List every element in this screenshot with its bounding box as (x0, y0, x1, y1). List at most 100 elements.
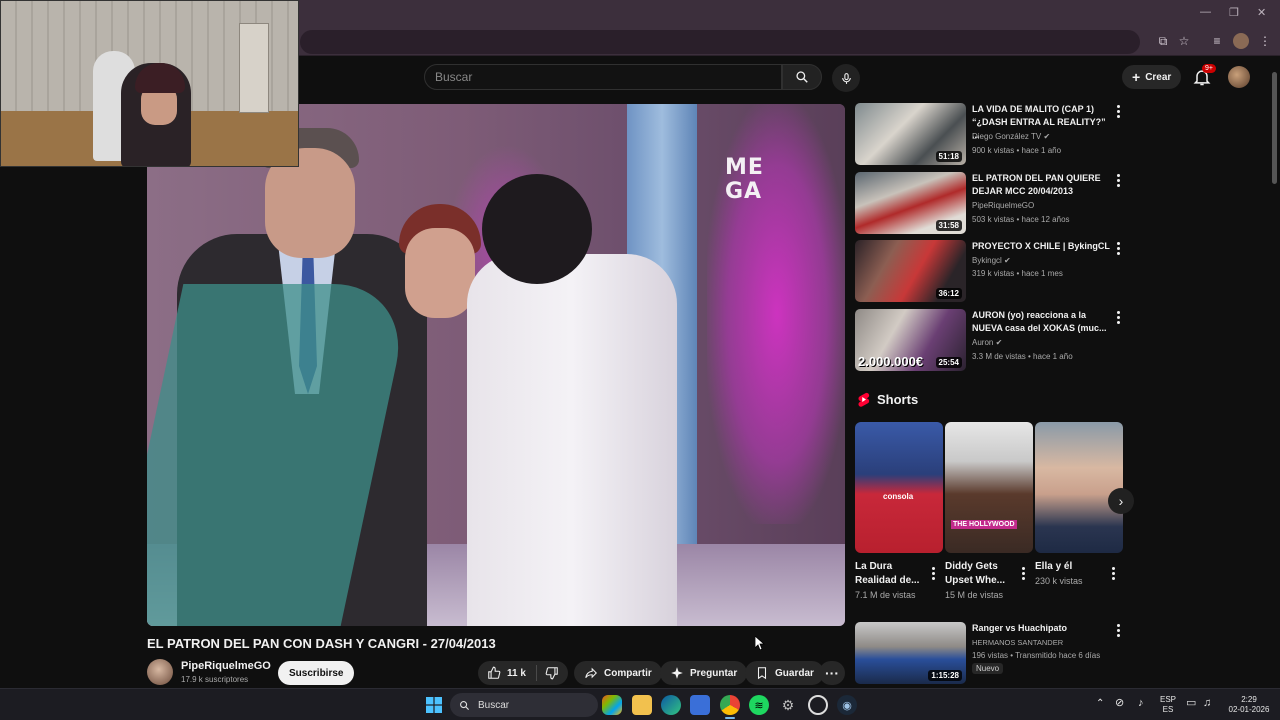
copilot-icon[interactable] (602, 695, 622, 715)
media-controls-icon[interactable]: ≡ (1209, 33, 1225, 49)
video-title[interactable]: AURON (yo) reacciona a la NUEVA casa del… (972, 309, 1110, 335)
profile-avatar-icon[interactable] (1233, 33, 1249, 49)
scrollbar-thumb[interactable] (1272, 72, 1277, 184)
plus-icon: + (1132, 69, 1141, 85)
spotify-icon[interactable]: ≋ (749, 695, 769, 715)
more-options-icon[interactable] (1114, 624, 1122, 638)
search-button[interactable] (782, 64, 822, 90)
input-language[interactable]: ESP ES (1158, 695, 1178, 715)
channel-label: Bykingcl (972, 256, 1002, 265)
short-title[interactable]: La Dura Realidad de... (855, 560, 927, 588)
notification-badge: 9+ (1202, 64, 1216, 73)
video-title[interactable]: EL PATRON DEL PAN QUIERE DEJAR MCC 20/04… (972, 172, 1110, 198)
short-title[interactable]: Diddy Gets Upset Whe... (945, 560, 1017, 588)
more-options-icon[interactable] (1114, 174, 1122, 188)
search-input[interactable] (425, 65, 781, 89)
microphone-tray-icon[interactable]: ♪ (1138, 698, 1144, 709)
taskbar-search[interactable]: Buscar (450, 693, 598, 717)
short-title[interactable]: Ella y él (1035, 560, 1107, 574)
maximize-icon[interactable]: ❐ (1229, 6, 1239, 19)
subscribe-button[interactable]: Suscribirse (278, 661, 355, 685)
account-avatar[interactable] (1228, 66, 1250, 88)
like-button[interactable]: 11 k (487, 666, 526, 680)
shorts-next-button[interactable]: › (1108, 488, 1134, 514)
close-icon[interactable]: ✕ (1257, 6, 1266, 19)
voice-search-button[interactable] (832, 64, 860, 92)
channel-name[interactable]: PipeRiquelmeGO (181, 660, 271, 672)
github-desktop-icon[interactable] (808, 695, 828, 715)
network-off-icon[interactable]: ⊘ (1115, 698, 1124, 709)
video-thumbnail[interactable]: 1:15:28 (855, 622, 966, 684)
verified-check-icon: ✔ (995, 338, 1003, 347)
video-title[interactable]: Ranger vs Huachipato (972, 622, 1110, 635)
file-explorer-icon[interactable] (632, 695, 652, 715)
volume-icon[interactable]: ♫ (1203, 698, 1211, 709)
save-button[interactable]: Guardar (745, 661, 824, 685)
short-item[interactable]: THE HOLLYWOOD Diddy Gets Upset Whe... 15… (945, 422, 1033, 600)
system-clock[interactable]: 2:29 02-01-2026 (1222, 695, 1276, 715)
shorts-heading: Shorts (857, 392, 918, 407)
more-options-icon[interactable] (1114, 242, 1122, 256)
recommended-video[interactable]: 36:12 PROYECTO X CHILE | BykingCL Byking… (855, 240, 1125, 304)
video-duration: 36:12 (935, 288, 962, 299)
channel-name[interactable]: Diego González TV ✔ (972, 132, 1050, 141)
create-button[interactable]: + Crear (1122, 65, 1182, 89)
thumbs-down-icon (545, 667, 558, 680)
recommended-video[interactable]: 31:58 EL PATRON DEL PAN QUIERE DEJAR MCC… (855, 172, 1125, 236)
channel-label: Auron (972, 338, 994, 347)
video-thumbnail[interactable]: 36:12 (855, 240, 966, 302)
title-line-1: AURON (yo) reacciona a la (972, 310, 1087, 320)
channel-name[interactable]: Bykingcl ✔ (972, 256, 1011, 265)
short-thumbnail[interactable]: THE HOLLYWOOD (945, 422, 1033, 553)
share-icon (585, 667, 597, 679)
tray-overflow-chevron-icon[interactable]: ⌃ (1096, 699, 1104, 709)
more-options-icon[interactable] (929, 567, 937, 581)
display-icon[interactable]: ▭ (1186, 698, 1196, 709)
chrome-browser-icon[interactable] (720, 695, 740, 715)
channel-name[interactable]: Auron ✔ (972, 338, 1002, 347)
search-icon (796, 71, 808, 83)
short-item[interactable]: consola La Dura Realidad de... 7.1 M de … (855, 422, 943, 600)
ask-button[interactable]: Preguntar (660, 661, 748, 685)
like-dislike-group: 11 k (478, 661, 568, 685)
video-title[interactable]: PROYECTO X CHILE | BykingCL (972, 240, 1110, 253)
channel-name[interactable]: PipeRiquelmeGO (972, 201, 1034, 210)
share-button[interactable]: Compartir (574, 661, 662, 685)
browser-menu-icon[interactable]: ⋮ (1257, 33, 1273, 49)
more-options-icon[interactable] (1114, 311, 1122, 325)
video-thumbnail[interactable]: 2.000.000€ 25:54 (855, 309, 966, 371)
thumbnail-overlay-text: 2.000.000€ (858, 354, 924, 369)
settings-gear-icon[interactable]: ⚙ (778, 695, 798, 715)
more-options-icon[interactable] (1114, 105, 1122, 119)
title-line-1: LA VIDA DE MALITO (CAP 1) (972, 104, 1095, 114)
more-options-icon[interactable] (1109, 567, 1117, 581)
short-thumbnail[interactable] (1035, 422, 1123, 553)
video-meta: 319 k vistas • hace 1 mes (972, 269, 1063, 278)
address-bar[interactable] (300, 30, 1140, 54)
video-thumbnail[interactable]: 51:18 (855, 103, 966, 165)
recommended-video[interactable]: 1:15:28 Ranger vs Huachipato HERMANOS SA… (855, 622, 1125, 686)
edge-browser-icon[interactable] (661, 695, 681, 715)
more-options-icon[interactable] (1019, 567, 1027, 581)
recommended-video[interactable]: 2.000.000€ 25:54 AURON (yo) reacciona a … (855, 309, 1125, 373)
channel-watermark-logo: ME GA (725, 156, 764, 204)
share-label: Compartir (604, 667, 652, 679)
short-thumbnail[interactable]: consola (855, 422, 943, 553)
channel-name[interactable]: HERMANOS SANTANDER (972, 638, 1063, 647)
bookmark-star-icon[interactable]: ☆ (1176, 33, 1192, 49)
more-actions-button[interactable]: ··· (819, 661, 845, 685)
save-label: Guardar (775, 667, 814, 679)
taskbar-search-label: Buscar (478, 699, 510, 711)
dislike-button[interactable] (545, 666, 559, 680)
minimize-icon[interactable]: — (1200, 6, 1211, 18)
windows-start-icon[interactable] (424, 695, 444, 715)
chef-figure (467, 254, 677, 626)
channel-avatar[interactable] (147, 659, 173, 685)
search-box (424, 64, 782, 90)
cast-icon[interactable]: ⧉ (1155, 33, 1171, 49)
recommended-video[interactable]: 51:18 LA VIDA DE MALITO (CAP 1) “¿DASH E… (855, 103, 1125, 167)
video-player[interactable]: ME GA (147, 104, 845, 626)
steam-icon[interactable]: ◉ (837, 695, 857, 715)
microsoft-store-icon[interactable] (690, 695, 710, 715)
video-thumbnail[interactable]: 31:58 (855, 172, 966, 234)
